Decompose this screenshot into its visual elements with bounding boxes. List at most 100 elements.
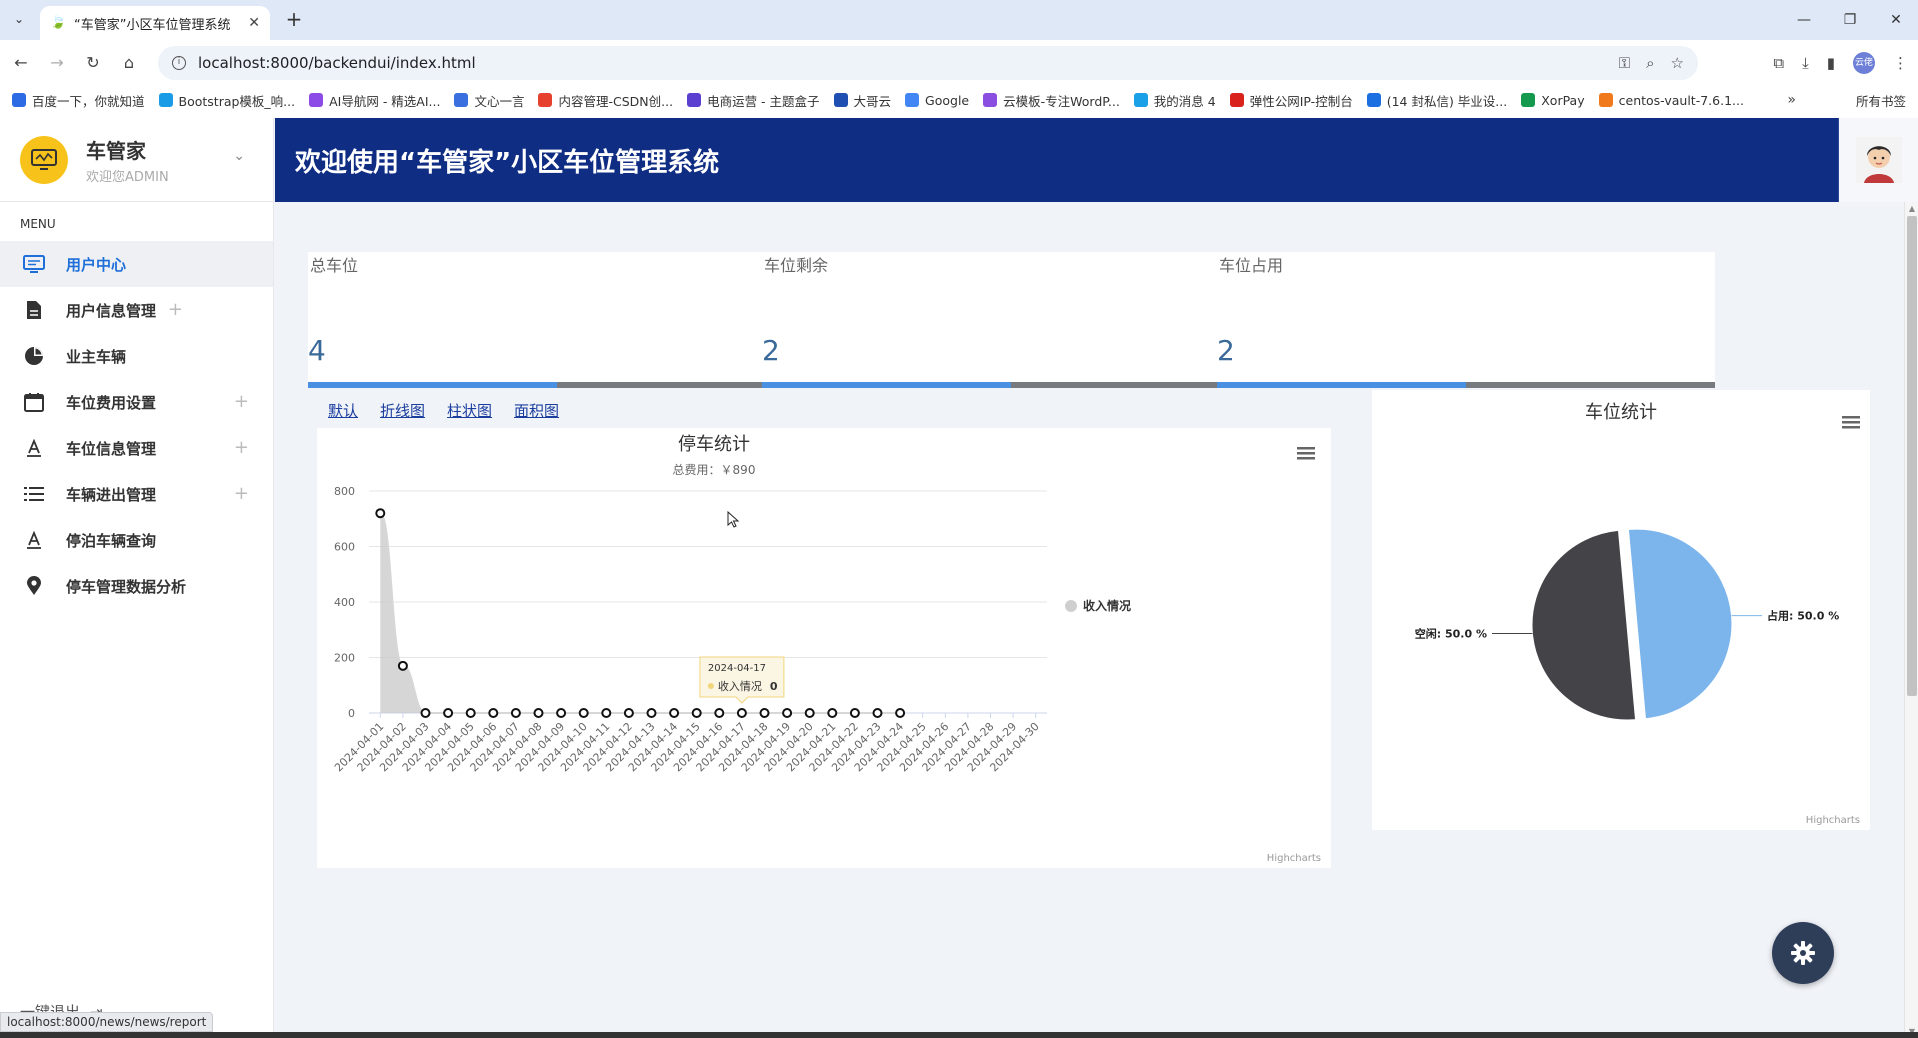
bookmark-item[interactable]: Bootstrap模板_响... <box>158 91 296 110</box>
data-point[interactable] <box>646 708 657 718</box>
sidepanel-icon[interactable]: ▮ <box>1827 54 1835 72</box>
data-point[interactable] <box>397 660 408 671</box>
bookmarks-bar: 百度一下，你就知道 Bootstrap模板_响... AI导航网 - 精选AI...… <box>0 84 1918 116</box>
url-text[interactable]: localhost:8000/backendui/index.html <box>198 54 476 72</box>
sidebar-item-1[interactable]: 用户中心 <box>0 241 273 287</box>
data-point[interactable] <box>420 708 431 718</box>
star-icon[interactable]: ☆ <box>1671 54 1684 72</box>
bookmark-item[interactable]: 电商运营 - 主题盒子 <box>687 91 820 110</box>
bookmark-item[interactable]: 百度一下，你就知道 <box>12 91 145 110</box>
bookmark-item[interactable]: XorPay <box>1521 93 1585 108</box>
chart-menu-icon[interactable] <box>1842 416 1860 429</box>
data-point[interactable] <box>443 708 454 718</box>
bookmark-item[interactable]: AI导航网 - 精选AI... <box>309 91 440 110</box>
site-info-icon[interactable]: i <box>172 56 186 70</box>
data-point[interactable] <box>488 708 499 718</box>
chart-legend-item[interactable]: 收入情况 <box>1065 598 1131 613</box>
tab-search-button[interactable]: ⌄ <box>8 8 30 30</box>
chart-type-link[interactable]: 默认 <box>328 400 358 421</box>
bookmark-label: 弹性公网IP-控制台 <box>1249 93 1353 109</box>
bookmarks-overflow-icon[interactable]: » <box>1787 92 1796 108</box>
data-point[interactable] <box>804 708 815 718</box>
bookmark-item[interactable]: 我的消息 4 <box>1133 91 1216 110</box>
key-icon[interactable]: ⚿ <box>1619 54 1630 72</box>
data-point[interactable] <box>872 708 883 718</box>
data-point[interactable] <box>623 708 634 718</box>
new-tab-button[interactable]: + <box>282 8 306 32</box>
reload-icon[interactable]: ↻ <box>80 50 106 76</box>
chart-credits[interactable]: Highcharts <box>1267 853 1321 864</box>
data-point[interactable] <box>782 708 793 718</box>
minimize-button[interactable]: — <box>1784 6 1824 34</box>
back-icon[interactable]: ← <box>8 50 34 76</box>
bookmark-item[interactable]: Google <box>905 93 969 108</box>
sidebar-item-8[interactable]: 停车管理数据分析 <box>0 563 273 609</box>
extensions-icon[interactable]: ⧉ <box>1773 54 1784 72</box>
data-point[interactable] <box>827 708 838 718</box>
data-point[interactable] <box>578 708 589 718</box>
bookmark-item[interactable]: centos-vault-7.6.1... <box>1598 93 1744 108</box>
data-point[interactable] <box>510 708 521 718</box>
data-point[interactable] <box>759 708 770 718</box>
chevron-down-icon[interactable]: ⌄ <box>233 148 245 164</box>
data-point[interactable] <box>465 708 476 718</box>
url-omnibox[interactable]: i localhost:8000/backendui/index.html ⚿ … <box>158 46 1698 80</box>
main-content: 总车位 4 车位剩余 2 车位占用 2 默认 折线图 柱状图 面积图 停车统计 总费用：￥890 0… <box>275 202 1918 1038</box>
bookmark-item[interactable]: 大哥云 <box>833 91 891 110</box>
pie-credits[interactable]: Highcharts <box>1806 815 1860 826</box>
legend-marker <box>1065 600 1077 612</box>
bookmark-item[interactable]: 云模板-专注WordP... <box>983 91 1120 110</box>
sidebar-item-5[interactable]: 车位信息管理 + <box>0 425 273 471</box>
data-point[interactable] <box>556 708 567 718</box>
data-point[interactable] <box>849 708 860 718</box>
all-bookmarks-folder[interactable]: 所有书签 <box>1856 91 1906 110</box>
zoom-icon[interactable]: ⌕ <box>1646 54 1654 72</box>
data-point[interactable] <box>601 708 612 718</box>
sidebar-item-3[interactable]: 业主车辆 <box>0 333 273 379</box>
parking-chart-panel: 停车统计 总费用：￥890 0 200 400 600 800 2024-04-01 2024-… <box>317 428 1331 868</box>
chart-type-link[interactable]: 折线图 <box>380 400 425 421</box>
user-avatar[interactable] <box>1838 118 1918 202</box>
chart-type-link[interactable]: 面积图 <box>514 400 559 421</box>
chart-type-link[interactable]: 柱状图 <box>447 400 492 421</box>
tab-close-icon[interactable]: ✕ <box>248 15 260 31</box>
expand-plus-icon[interactable]: + <box>234 483 249 504</box>
bookmark-label: Bootstrap模板_响... <box>178 93 296 109</box>
bookmark-label: Google <box>925 92 970 108</box>
sidebar-item-6[interactable]: 车辆进出管理 + <box>0 471 273 517</box>
sidebar-item-7[interactable]: 停泊车辆查询 <box>0 517 273 563</box>
page-scrollbar[interactable]: ▲ ▼ <box>1904 202 1918 1038</box>
expand-plus-icon[interactable]: + <box>168 299 183 320</box>
data-point[interactable] <box>714 708 725 718</box>
sidebar-item-2[interactable]: 用户信息管理 + <box>0 287 273 333</box>
scrollbar-thumb[interactable] <box>1907 216 1917 696</box>
data-point[interactable] <box>375 508 386 519</box>
tooltip-value: 0 <box>770 680 778 693</box>
settings-gear-button[interactable] <box>1772 922 1834 984</box>
pie-slice[interactable] <box>1627 528 1733 720</box>
sidebar-item-4[interactable]: 车位费用设置 + <box>0 379 273 425</box>
data-point[interactable] <box>669 708 680 718</box>
browser-tab[interactable]: 🍃 “车管家”小区车位管理系统 ✕ <box>40 6 270 40</box>
kebab-menu-icon[interactable]: ⋮ <box>1893 54 1908 72</box>
restore-button[interactable]: ❐ <box>1830 6 1870 34</box>
expand-plus-icon[interactable]: + <box>234 437 249 458</box>
bookmark-item[interactable]: (14 封私信) 毕业设... <box>1366 91 1507 110</box>
close-window-button[interactable]: ✕ <box>1876 6 1916 34</box>
chart-menu-icon[interactable] <box>1297 447 1315 460</box>
data-point[interactable] <box>533 708 544 718</box>
download-icon[interactable]: ⤓ <box>1802 54 1809 72</box>
expand-plus-icon[interactable]: + <box>234 391 249 412</box>
scroll-up-icon[interactable]: ▲ <box>1907 204 1917 213</box>
profile-avatar[interactable]: 云佬 <box>1853 52 1875 74</box>
stat-label: 车位占用 <box>1219 256 1284 275</box>
forward-icon[interactable]: → <box>44 50 70 76</box>
data-point[interactable] <box>691 708 702 718</box>
data-point[interactable] <box>736 708 747 718</box>
home-icon[interactable]: ⌂ <box>116 50 142 76</box>
bookmark-item[interactable]: 弹性公网IP-控制台 <box>1229 91 1353 110</box>
bookmark-item[interactable]: 内容管理-CSDN创... <box>538 91 673 110</box>
data-point[interactable] <box>895 708 906 718</box>
bookmark-item[interactable]: 文心一言 <box>454 91 524 110</box>
pie-slice[interactable] <box>1531 529 1637 721</box>
